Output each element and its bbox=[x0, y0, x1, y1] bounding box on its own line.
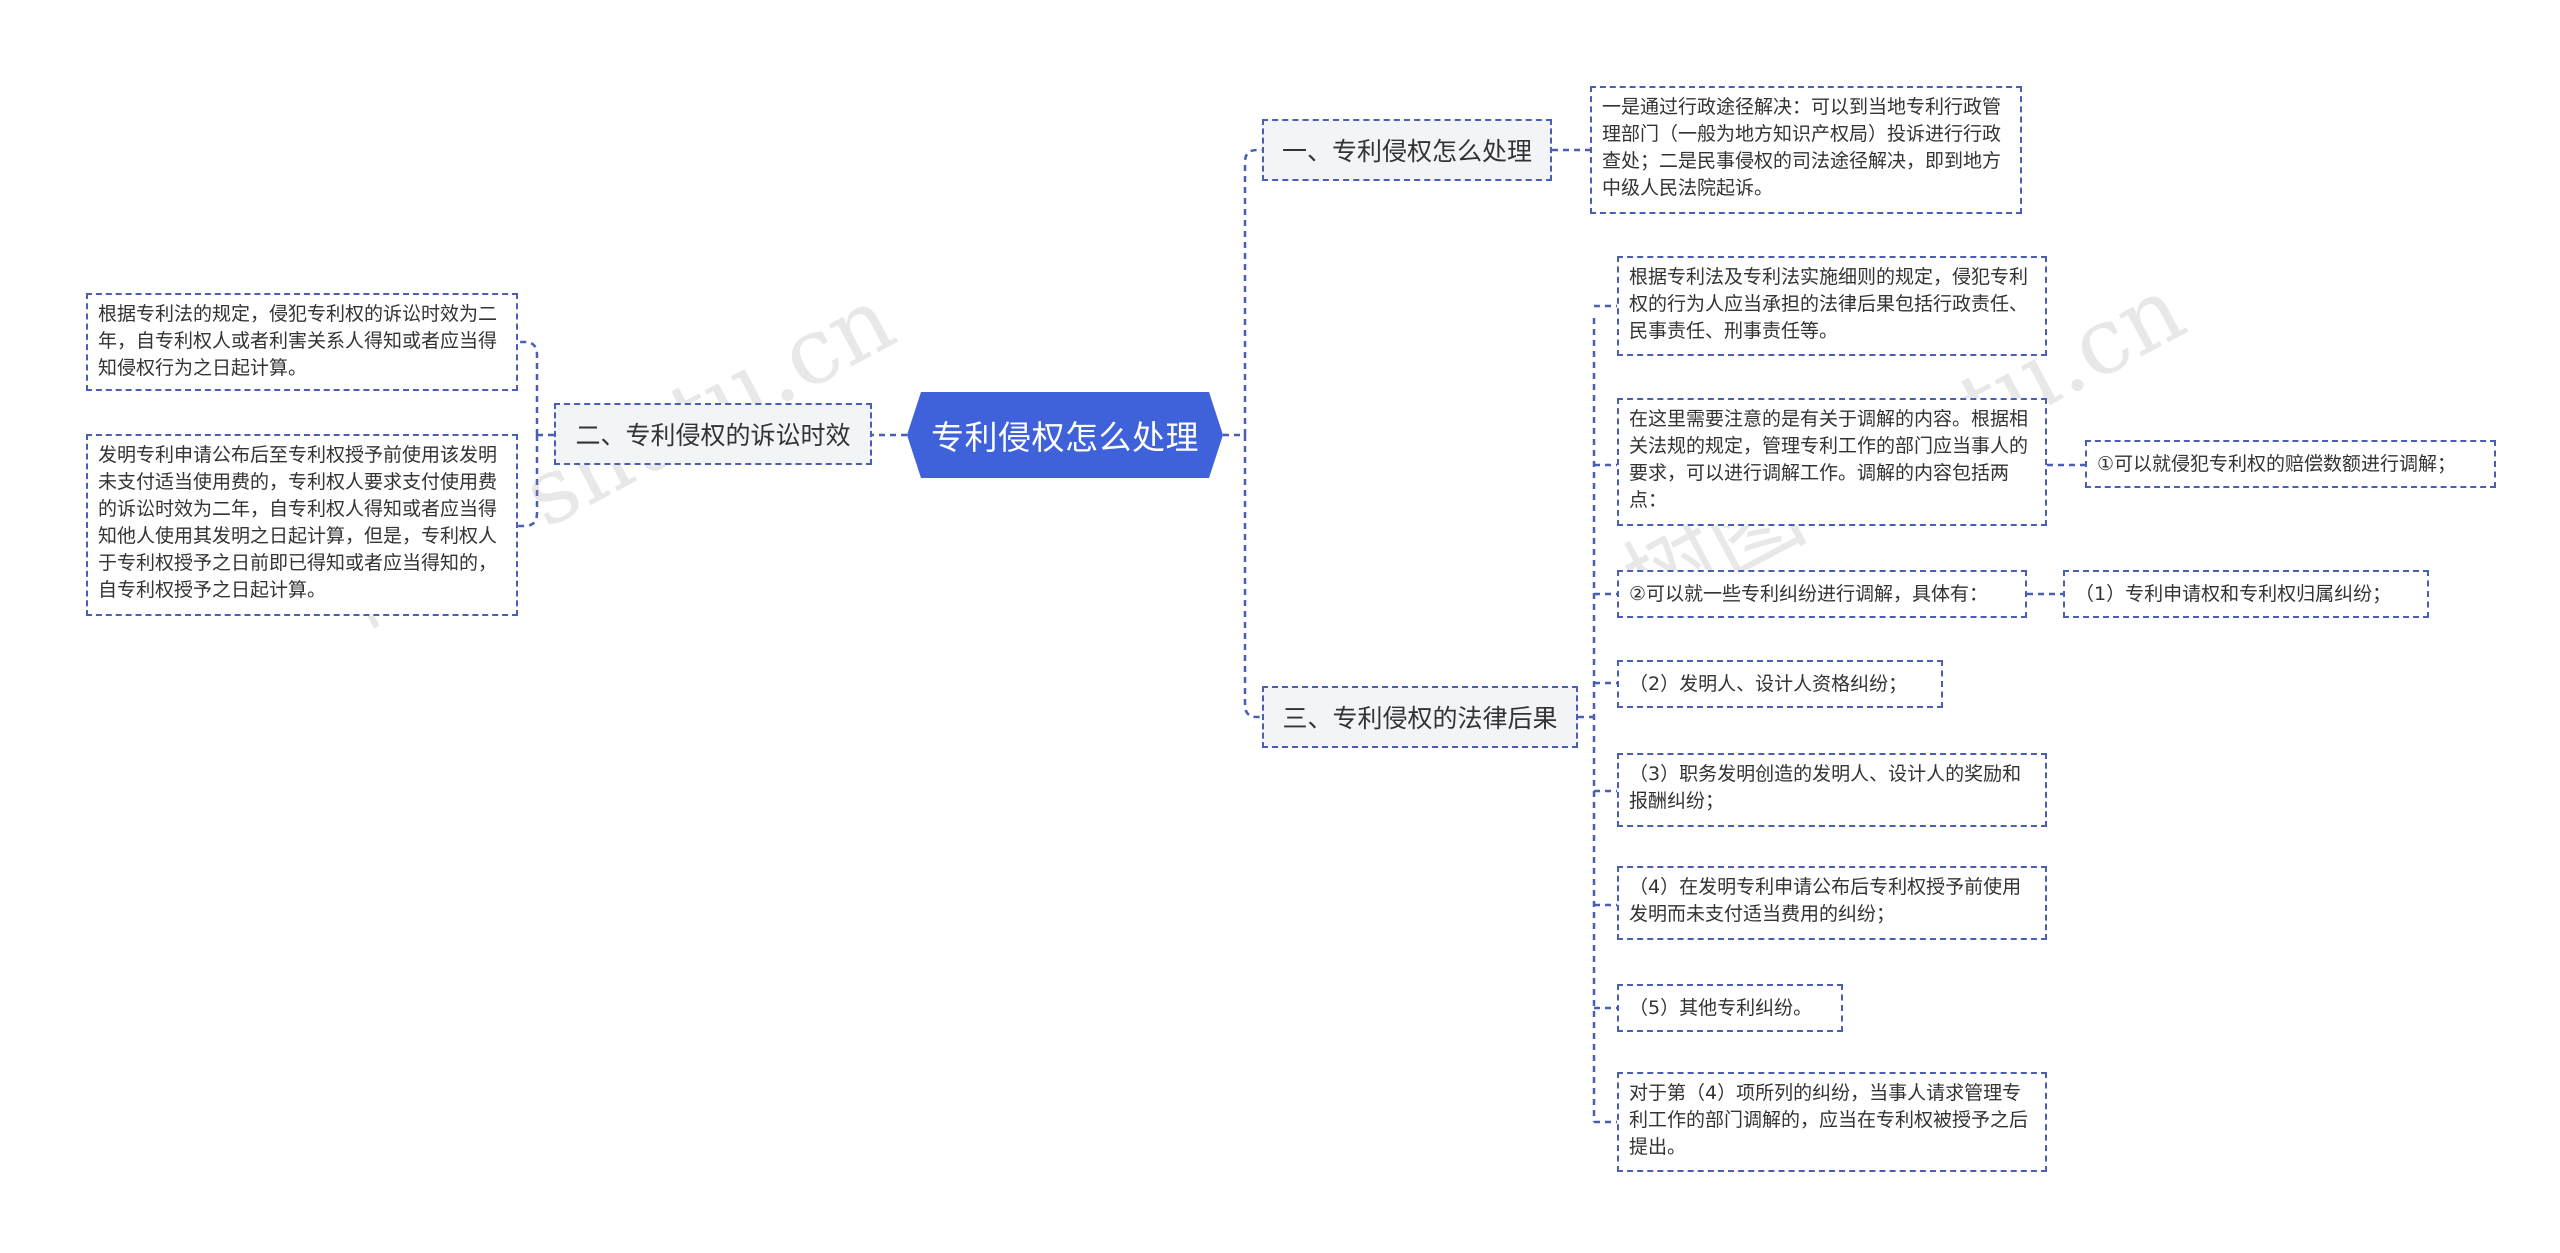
root-node[interactable]: 专利侵权怎么处理 bbox=[907, 392, 1223, 478]
consequence-liability[interactable]: 根据专利法及专利法实施细则的规定，侵犯专利权的行为人应当承担的法律后果包括行政责… bbox=[1617, 256, 2047, 356]
link-trunk-b3 bbox=[1243, 435, 1262, 719]
consequence-mediation[interactable]: 在这里需要注意的是有关于调解的内容。根据相关法规的规定，管理专利工作的部门应当事… bbox=[1617, 398, 2047, 526]
consequence-timing[interactable]: 对于第（4）项所列的纠纷，当事人请求管理专利工作的部门调解的，应当在专利权被授予… bbox=[1617, 1072, 2047, 1172]
consequence-other[interactable]: （5）其他专利纠纷。 bbox=[1617, 984, 1843, 1032]
link-trunk-b1 bbox=[1243, 148, 1262, 435]
branch-node-limitation[interactable]: 二、专利侵权的诉讼时效 bbox=[554, 403, 872, 465]
mediation-compensation[interactable]: ①可以就侵犯专利权的赔偿数额进行调解； bbox=[2085, 440, 2496, 488]
consequence-inventor[interactable]: （2）发明人、设计人资格纠纷； bbox=[1617, 660, 1943, 708]
branch-node-consequences[interactable]: 三、专利侵权的法律后果 bbox=[1262, 686, 1578, 748]
consequence-reward[interactable]: （3）职务发明创造的发明人、设计人的奖励和报酬纠纷； bbox=[1617, 753, 2047, 827]
dispute-ownership[interactable]: （1）专利申请权和专利权归属纠纷； bbox=[2063, 570, 2429, 618]
consequence-unpaid[interactable]: （4）在发明专利申请公布后专利权授予前使用发明而未支付适当费用的纠纷； bbox=[1617, 866, 2047, 940]
limitation-detail-2[interactable]: 发明专利申请公布后至专利权授予前使用该发明未支付适当使用费的，专利权人要求支付使… bbox=[86, 434, 518, 616]
limitation-detail-1[interactable]: 根据专利法的规定，侵犯专利权的诉讼时效为二年，自专利权人或者利害关系人得知或者应… bbox=[86, 293, 518, 391]
branch-node-handling[interactable]: 一、专利侵权怎么处理 bbox=[1262, 119, 1552, 181]
handling-detail[interactable]: 一是通过行政途径解决：可以到当地专利行政管理部门（一般为地方知识产权局）投诉进行… bbox=[1590, 86, 2022, 214]
consequence-disputes[interactable]: ②可以就一些专利纠纷进行调解，具体有： bbox=[1617, 570, 2027, 618]
